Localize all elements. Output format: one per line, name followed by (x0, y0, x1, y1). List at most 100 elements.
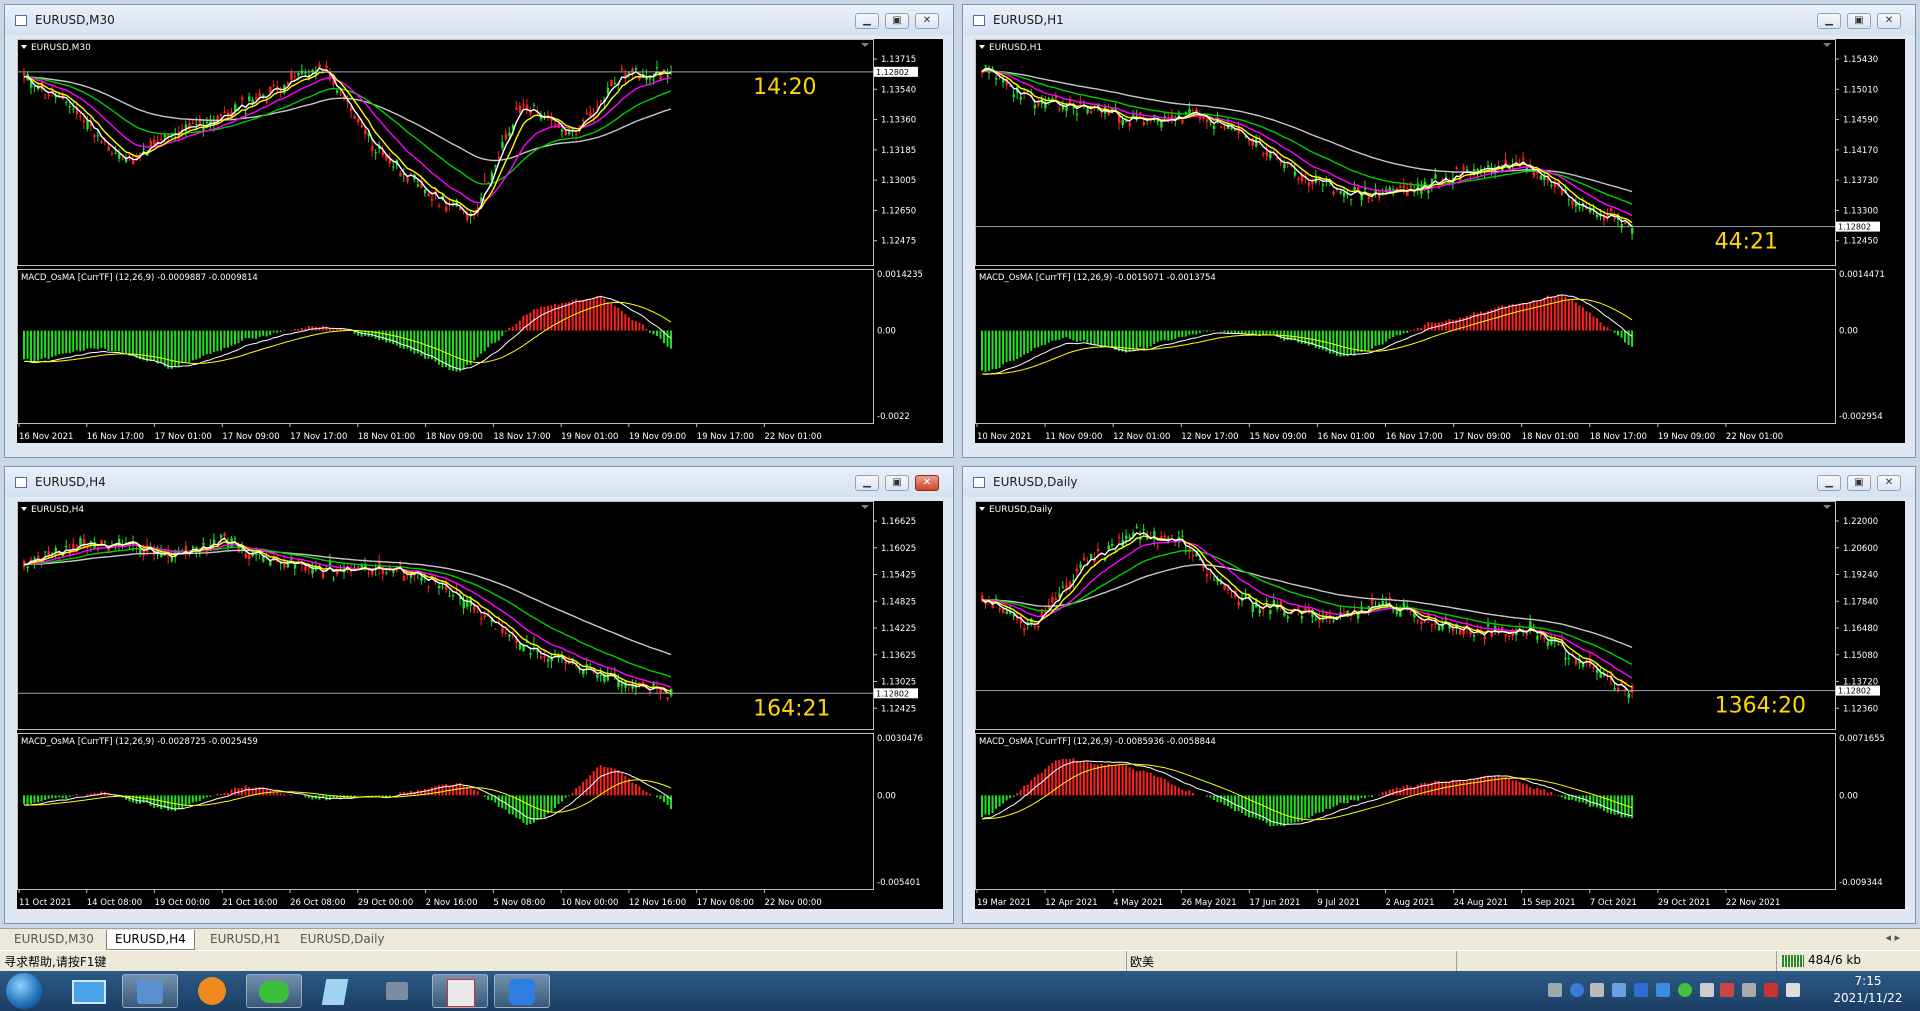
chart-area[interactable]: EURUSD,M30 1.12802 1.13715 1.13540 1.13360 1.… (17, 39, 943, 443)
tab-eurusd-m30[interactable]: EURUSD,M30 (6, 930, 102, 949)
window-titlebar[interactable]: EURUSD,M30 ▁ ▣ ✕ (5, 5, 953, 35)
chart-window[interactable]: EURUSD,Daily ▁ ▣ ✕ EURUSD,Daily 1.12802 1.… (962, 466, 1916, 924)
chart-window[interactable]: EURUSD,M30 ▁ ▣ ✕ EURUSD,M30 1.12802 1.1371… (4, 4, 954, 458)
macd-bar (564, 795, 567, 798)
taskbar-app-tools-icon[interactable] (370, 974, 426, 1008)
macd-bar (413, 330, 416, 354)
macd-bar (44, 330, 47, 358)
macd-bar (444, 330, 447, 368)
macd-bar (553, 795, 556, 809)
maximize-button[interactable]: ▣ (885, 13, 909, 29)
macd-label: MACD_OsMA [CurrTF] (12,26,9) -0.0028725 … (21, 737, 258, 747)
time-label: 22 Nov 01:00 (1726, 432, 1783, 442)
system-clock[interactable]: 7:15 2021/11/22 (1820, 973, 1916, 1007)
minimize-button[interactable]: ▁ (1817, 13, 1841, 29)
time-label: 16 Nov 17:00 (87, 432, 144, 442)
tray-pen-icon[interactable] (1700, 983, 1714, 997)
tray-app-icon[interactable] (1656, 983, 1670, 997)
close-button[interactable]: ✕ (1877, 13, 1901, 29)
tray-volume-icon[interactable] (1720, 983, 1734, 997)
start-button-icon[interactable] (6, 973, 42, 1009)
macd-bar (1508, 304, 1511, 331)
tray-wechat-icon[interactable] (1678, 983, 1692, 997)
candle-body (427, 193, 430, 197)
window-titlebar[interactable]: EURUSD,H4 ▁ ▣ ✕ (5, 467, 953, 497)
chart-window[interactable]: EURUSD,H1 ▁ ▣ ✕ EURUSD,H1 1.12802 1.15430 1… (962, 4, 1916, 458)
window-titlebar[interactable]: EURUSD,H1 ▁ ▣ ✕ (963, 5, 1915, 35)
macd-bar (1385, 791, 1388, 796)
tab-scroll-icon[interactable]: ◂ ▸ (1885, 931, 1900, 944)
chart-window[interactable]: EURUSD,H4 ▁ ▣ ✕ EURUSD,H4 1.12802 1.16625 1… (4, 466, 954, 924)
tray-network-icon[interactable] (1590, 983, 1604, 997)
close-button[interactable]: ✕ (915, 475, 939, 491)
macd-bar (30, 330, 33, 361)
macd-bar (244, 330, 247, 339)
tray-signal-icon[interactable] (1786, 983, 1800, 997)
chart-area[interactable]: EURUSD,H1 1.12802 1.15430 1.15010 1.14590 1.1… (975, 39, 1905, 443)
candle-body (508, 634, 511, 637)
candle-body (1434, 174, 1437, 179)
time-label: 12 Nov 01:00 (1113, 432, 1170, 442)
macd-bar (631, 320, 634, 331)
tray-shield-icon[interactable] (1634, 983, 1648, 997)
tab-eurusd-h4[interactable]: EURUSD,H4 (106, 930, 195, 950)
candle-body (452, 594, 455, 596)
tray-usb-icon[interactable] (1612, 983, 1626, 997)
taskbar-app-paint-icon[interactable] (432, 974, 488, 1008)
macd-bar (255, 330, 258, 339)
taskbar-app-mt4-icon[interactable] (122, 974, 178, 1008)
macd-bar (1167, 330, 1170, 341)
candle-body (1409, 610, 1413, 612)
taskbar-app-note-icon[interactable] (494, 974, 550, 1008)
macd-bar (1364, 795, 1367, 799)
close-button[interactable]: ✕ (915, 13, 939, 29)
taskbar-app-orange-icon[interactable] (184, 974, 240, 1008)
tab-eurusd-h1[interactable]: EURUSD,H1 (202, 930, 289, 949)
macd-bar (339, 328, 342, 331)
candle-body (44, 551, 47, 553)
macd-bar (1251, 795, 1254, 818)
candle-body (385, 572, 388, 574)
macd-bar (606, 767, 609, 796)
candle-body (121, 158, 124, 160)
macd-bar (1585, 311, 1588, 331)
minimize-button[interactable]: ▁ (855, 13, 879, 29)
window-title: EURUSD,Daily (993, 475, 1078, 489)
minimize-button[interactable]: ▁ (855, 475, 879, 491)
maximize-button[interactable]: ▣ (885, 475, 909, 491)
maximize-button[interactable]: ▣ (1847, 475, 1871, 491)
price-label: 1.13720 (1843, 678, 1878, 688)
window-titlebar[interactable]: EURUSD,Daily ▁ ▣ ✕ (963, 467, 1915, 497)
candle-body (248, 96, 251, 101)
price-label: 1.13005 (881, 176, 916, 186)
candle-body (82, 539, 86, 548)
macd-bar (1174, 330, 1177, 339)
macd-bar (1195, 330, 1198, 335)
close-button[interactable]: ✕ (1877, 475, 1901, 491)
chart-area[interactable]: EURUSD,Daily 1.12802 1.22000 1.20600 1.19240… (975, 501, 1905, 909)
macd-bar (223, 330, 226, 348)
candle-body (666, 75, 669, 77)
taskbar-app-wechat-icon[interactable] (246, 974, 302, 1008)
tray-speaker-icon[interactable] (1742, 983, 1756, 997)
macd-bar (1096, 330, 1099, 346)
candle-body (1181, 119, 1184, 124)
minimize-button[interactable]: ▁ (1817, 475, 1841, 491)
tray-keyboard-icon[interactable] (1548, 983, 1562, 997)
tab-eurusd-daily[interactable]: EURUSD,Daily (292, 930, 393, 949)
taskbar-app-files-icon[interactable] (308, 974, 364, 1008)
candle-body (163, 134, 167, 138)
macd-bar (1086, 330, 1089, 343)
candle-body (1023, 627, 1026, 631)
macd-bar (508, 327, 511, 331)
tray-mute-icon[interactable] (1764, 983, 1778, 997)
macd-bar (1132, 330, 1135, 351)
chart-area[interactable]: EURUSD,H4 1.12802 1.16625 1.16025 1.15425 1.1… (17, 501, 943, 909)
candle-body (1142, 121, 1146, 125)
macd-bar (1455, 780, 1458, 796)
maximize-button[interactable]: ▣ (1847, 13, 1871, 29)
macd-bar (128, 330, 131, 356)
candle-body (483, 179, 487, 181)
show-desktop-icon[interactable] (60, 974, 116, 1008)
tray-help-icon[interactable] (1570, 983, 1584, 997)
